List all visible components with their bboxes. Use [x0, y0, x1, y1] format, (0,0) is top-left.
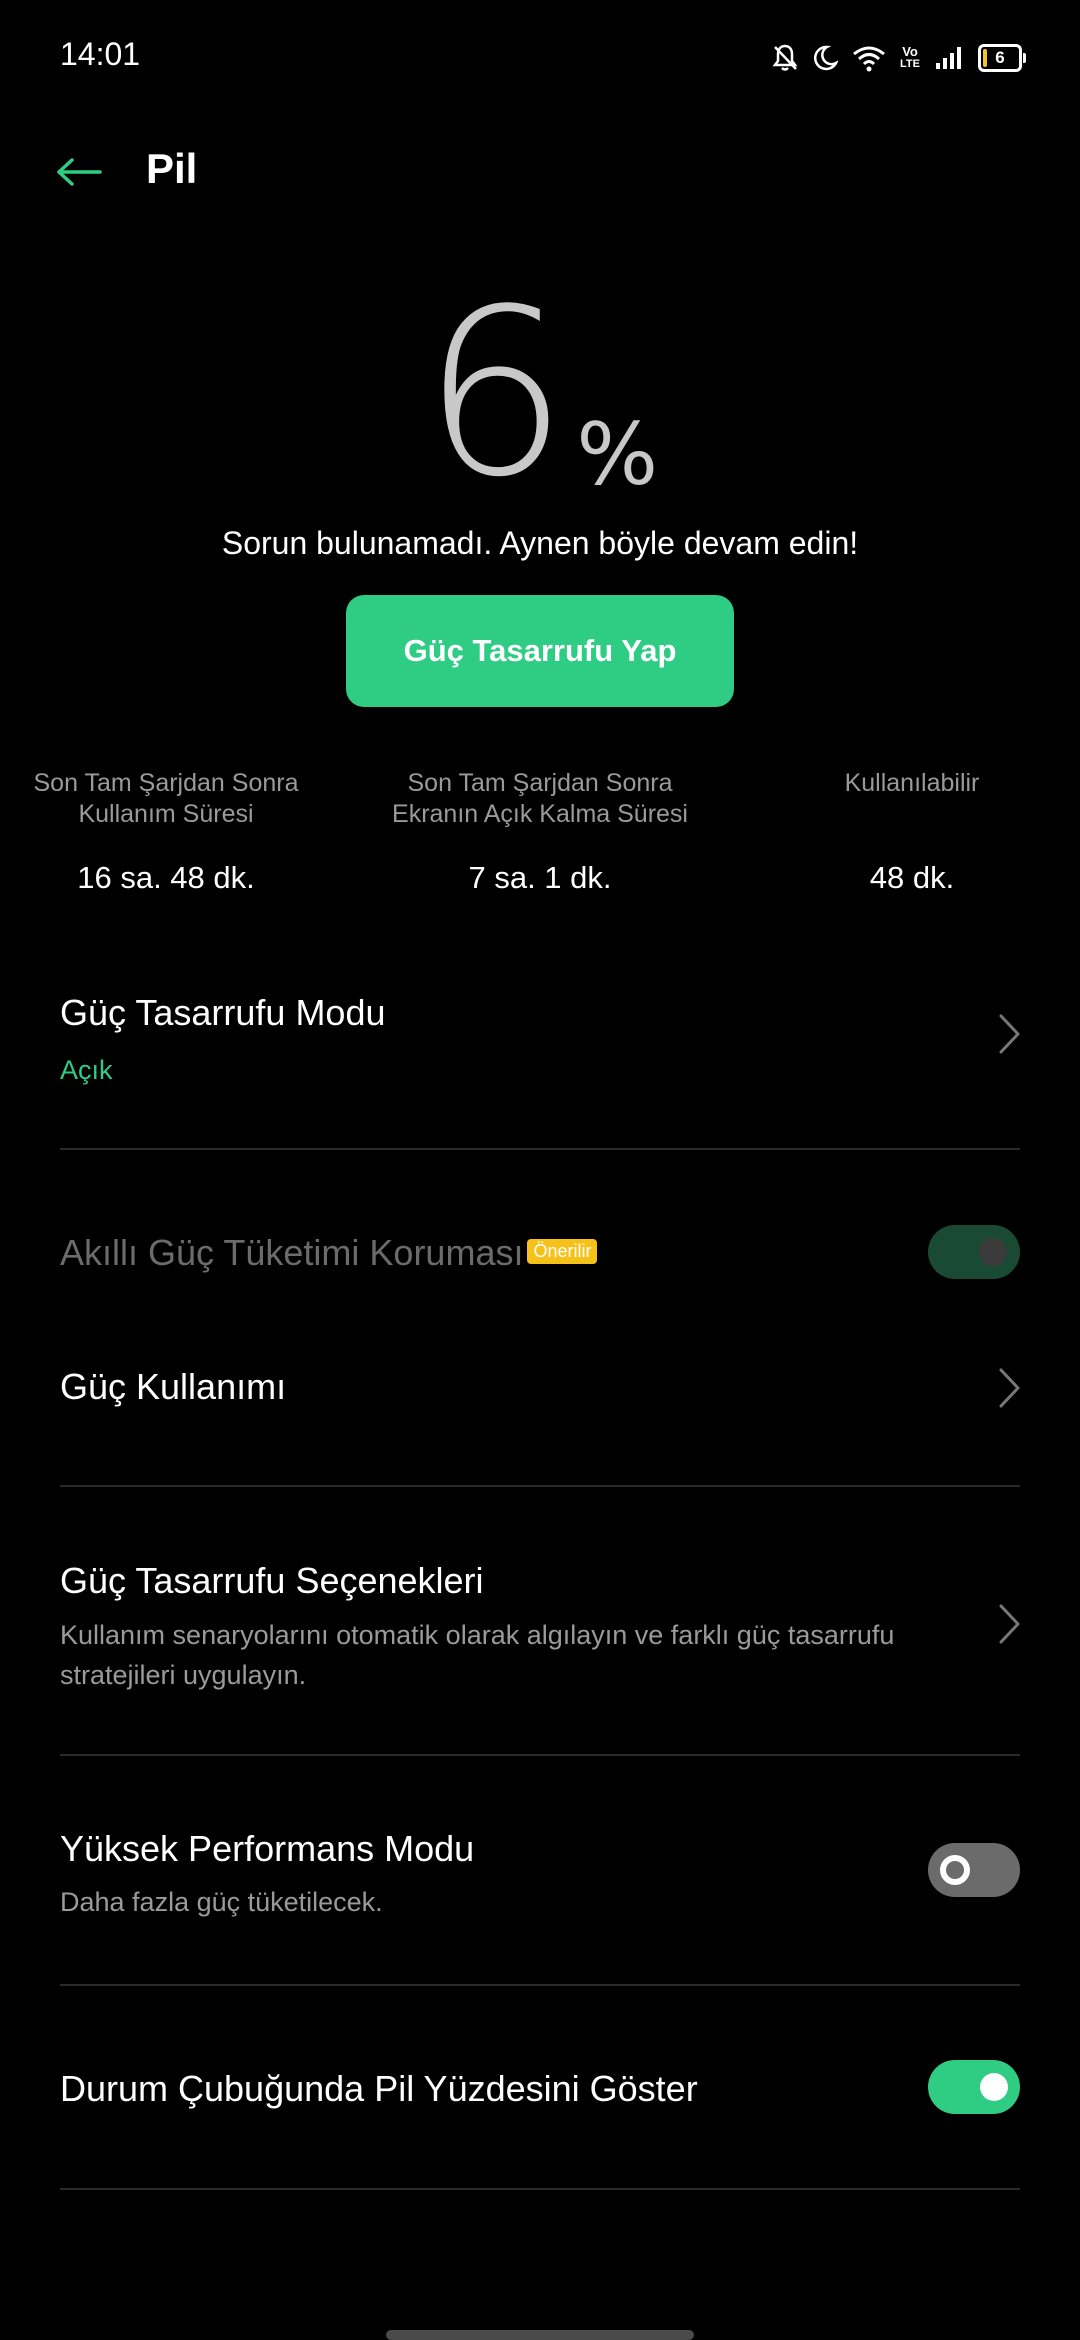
back-button[interactable]	[44, 140, 114, 204]
stat-value: 48 dk.	[869, 860, 955, 895]
battery-percent-sign: %	[576, 405, 659, 505]
chevron-right-icon	[999, 1014, 1020, 1054]
stat-label: Son Tam Şarjdan Sonra Kullanım Süresi	[0, 768, 336, 832]
high-performance-description: Daha fazla güç tüketilecek.	[60, 1887, 383, 1917]
power-saving-options-description: Kullanım senaryolarını otomatik olarak a…	[60, 1615, 960, 1695]
stat-label-line2: Ekranın Açık Kalma Süresi	[392, 800, 688, 828]
bell-off-icon	[772, 43, 798, 73]
recommended-badge: Önerilir	[527, 1238, 598, 1264]
battery-icon: 6	[978, 44, 1026, 72]
volte-icon: Vo LTE	[900, 45, 920, 71]
wifi-icon	[852, 44, 886, 72]
divider	[60, 1148, 1020, 1150]
page-title: Pil	[146, 145, 198, 192]
signal-icon	[934, 45, 964, 71]
stat-usage-time: Son Tam Şarjdan Sonra Kullanım Süresi 16…	[0, 768, 336, 896]
chevron-right-icon	[999, 1368, 1020, 1408]
power-saving-options-row[interactable]: Güç Tasarrufu Seçenekleri Kullanım senar…	[0, 1530, 1080, 1730]
power-usage-title: Güç Kullanımı	[60, 1366, 287, 1407]
status-time: 14:01	[60, 36, 141, 72]
smart-power-title-text: Akıllı Güç Tüketimi Koruması	[60, 1232, 524, 1273]
smart-power-toggle	[928, 1225, 1020, 1279]
battery-status-text: 6	[995, 48, 1005, 67]
divider	[60, 1754, 1020, 1756]
stat-label: Son Tam Şarjdan Sonra Ekranın Açık Kalma…	[370, 768, 710, 832]
toggle-knob	[980, 2073, 1008, 2101]
volte-bottom-text: LTE	[900, 58, 920, 70]
show-battery-percentage-toggle[interactable]	[928, 2060, 1020, 2114]
power-saving-options-title: Güç Tasarrufu Seçenekleri	[60, 1560, 484, 1601]
power-saving-mode-status: Açık	[60, 1055, 113, 1085]
smart-power-title: Akıllı Güç Tüketimi Koruması Önerilir	[60, 1232, 598, 1274]
status-icons: Vo LTE 6	[772, 38, 1026, 78]
chevron-right-icon	[999, 1604, 1020, 1644]
stat-label: Kullanılabilir	[742, 768, 1080, 832]
description-line2: stratejileri uygulayın.	[60, 1660, 307, 1690]
stat-screen-on-time: Son Tam Şarjdan Sonra Ekranın Açık Kalma…	[370, 768, 710, 896]
volte-top-text: Vo	[902, 44, 918, 59]
battery-status-message: Sorun bulunamadı. Aynen böyle devam edin…	[221, 525, 859, 561]
divider	[60, 2188, 1020, 2190]
toggle-knob	[940, 1855, 970, 1885]
stat-label-line1: Son Tam Şarjdan Sonra	[407, 769, 673, 797]
divider	[60, 1485, 1020, 1487]
high-performance-row[interactable]: Yüksek Performans Modu Daha fazla güç tü…	[0, 1800, 1080, 1980]
arrow-left-icon	[57, 158, 102, 186]
high-performance-toggle[interactable]	[928, 1843, 1020, 1897]
stat-value: 7 sa. 1 dk.	[468, 860, 612, 895]
stat-available-time: Kullanılabilir 48 dk.	[742, 768, 1080, 896]
stat-label-line2: Kullanım Süresi	[78, 800, 254, 828]
save-power-button[interactable]: Güç Tasarrufu Yap	[346, 595, 734, 707]
power-saving-mode-title: Güç Tasarrufu Modu	[60, 992, 386, 1033]
moon-icon	[812, 44, 839, 72]
divider	[60, 1984, 1020, 1986]
description-line1: Kullanım senaryolarını otomatik olarak a…	[60, 1620, 895, 1650]
high-performance-title: Yüksek Performans Modu	[60, 1828, 475, 1869]
show-battery-percentage-row[interactable]: Durum Çubuğunda Pil Yüzdesini Göster	[0, 2040, 1080, 2140]
power-saving-mode-row[interactable]: Güç Tasarrufu Modu Açık	[0, 960, 1080, 1150]
stat-label-line1: Kullanılabilir	[844, 769, 980, 797]
battery-percentage: 6 %	[0, 280, 1080, 510]
toggle-knob	[979, 1238, 1007, 1266]
battery-level-fill	[983, 49, 987, 67]
show-battery-percentage-title: Durum Çubuğunda Pil Yüzdesini Göster	[60, 2068, 698, 2109]
stat-label-line1: Son Tam Şarjdan Sonra	[33, 769, 299, 797]
battery-percent-value: 6	[421, 261, 568, 528]
power-usage-row[interactable]: Güç Kullanımı	[0, 1330, 1080, 1450]
smart-power-protection-row: Akıllı Güç Tüketimi Koruması Önerilir	[0, 1200, 1080, 1304]
stat-value: 16 sa. 48 dk.	[77, 860, 255, 895]
home-indicator[interactable]	[386, 2330, 694, 2340]
